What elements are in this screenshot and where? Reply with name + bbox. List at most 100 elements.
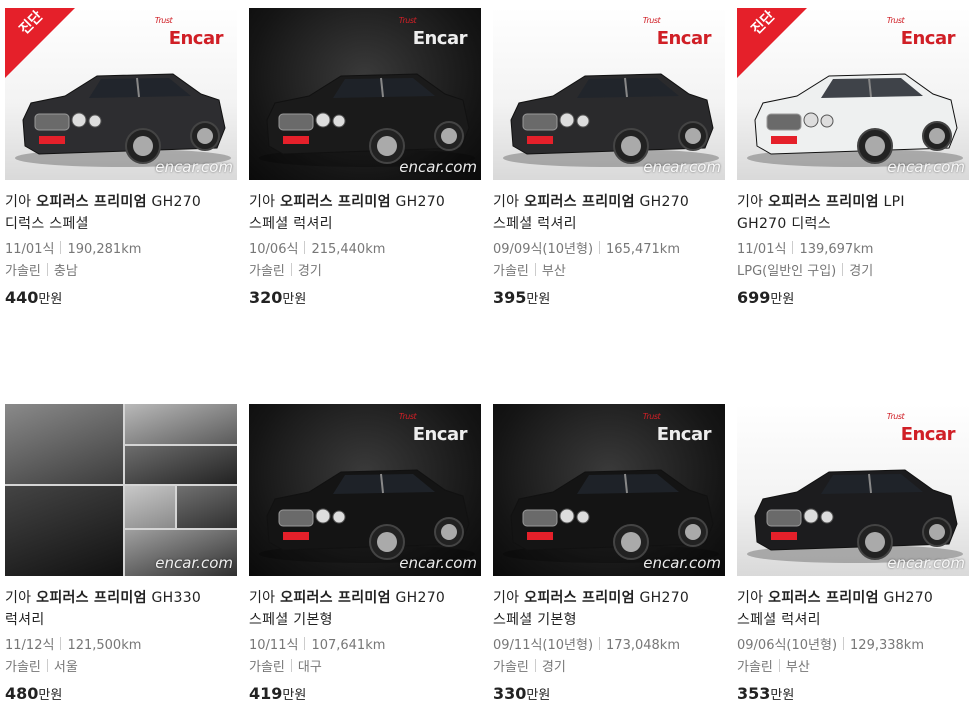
listing-title[interactable]: 기아 오피러스 프리미엄 GH330 럭셔리 xyxy=(5,587,237,631)
region: 경기 xyxy=(297,264,322,279)
divider xyxy=(304,637,306,650)
model-name: 오피러스 프리미엄 xyxy=(36,590,147,606)
mileage: 173,048km xyxy=(606,638,680,653)
model-year: 11/01식 xyxy=(5,242,55,257)
trim-name: GH270 xyxy=(639,194,690,210)
trim-detail: 디럭스 스페셜 xyxy=(5,216,89,232)
fuel-region: 가솔린 경기 xyxy=(493,657,725,679)
model-name: 오피러스 프리미엄 xyxy=(768,590,879,606)
listing-title[interactable]: 기아 오피러스 프리미엄 GH270 스페셜 기본형 xyxy=(249,587,481,631)
mileage: 129,338km xyxy=(850,638,924,653)
price-value: 419 xyxy=(249,684,283,703)
brand-name: 기아 xyxy=(493,194,520,210)
year-mileage: 09/06식(10년형) 129,338km xyxy=(737,635,969,657)
price: 395만원 xyxy=(493,288,725,307)
car-photo[interactable]: encar.com xyxy=(5,404,237,576)
watermark: encar.com xyxy=(643,158,721,176)
price: 419만원 xyxy=(249,684,481,703)
car-photo[interactable]: Trust Encar encar.com xyxy=(249,8,481,180)
trim-detail: GH270 디럭스 xyxy=(737,216,831,232)
price-value: 353 xyxy=(737,684,771,703)
region: 경기 xyxy=(541,660,566,675)
car-photo[interactable]: 진단 Trust Encar encar.com xyxy=(5,8,237,180)
trim-name: LPI xyxy=(883,194,905,210)
encar-logo: Trust Encar xyxy=(642,412,712,445)
trim-detail: 스페셜 럭셔리 xyxy=(737,612,821,628)
watermark: encar.com xyxy=(399,158,477,176)
mileage: 107,641km xyxy=(311,638,386,653)
listing-card[interactable]: encar.com 기아 오피러스 프리미엄 GH330 럭셔리 11/12식 1… xyxy=(5,404,237,703)
fuel-region: 가솔린 부산 xyxy=(737,657,969,679)
trim-detail: 스페셜 럭셔리 xyxy=(493,216,577,232)
listing-title[interactable]: 기아 오피러스 프리미엄 GH270 스페셜 기본형 xyxy=(493,587,725,631)
car-photo[interactable]: Trust Encar encar.com xyxy=(493,8,725,180)
price: 330만원 xyxy=(493,684,725,703)
divider xyxy=(290,263,292,276)
mileage: 190,281km xyxy=(67,242,142,257)
trim-name: GH270 xyxy=(151,194,202,210)
listing-title[interactable]: 기아 오피러스 프리미엄 LPI GH270 디럭스 xyxy=(737,191,969,235)
price-unit: 만원 xyxy=(282,688,307,703)
listing-card[interactable]: Trust Encar encar.com 기아 오피러스 프리미엄 GH270 … xyxy=(493,8,725,307)
price-unit: 만원 xyxy=(526,292,551,307)
model-name: 오피러스 프리미엄 xyxy=(36,194,147,210)
listing-card[interactable]: Trust Encar encar.com 기아 오피러스 프리미엄 GH270 … xyxy=(249,404,481,703)
encar-logo: Trust Encar xyxy=(398,412,468,445)
brand-name: 기아 xyxy=(737,590,764,606)
listing-card[interactable]: 진단 Trust Encar encar.com 기아 오피러스 프리미엄 GH2… xyxy=(5,8,237,307)
photo-collage xyxy=(5,404,237,576)
brand-name: 기아 xyxy=(5,590,32,606)
price-unit: 만원 xyxy=(38,292,63,307)
watermark: encar.com xyxy=(399,554,477,572)
price-unit: 만원 xyxy=(770,688,795,703)
listing-title[interactable]: 기아 오피러스 프리미엄 GH270 스페셜 럭셔리 xyxy=(737,587,969,631)
listing-title[interactable]: 기아 오피러스 프리미엄 GH270 스페셜 럭셔리 xyxy=(249,191,481,235)
trim-name: GH330 xyxy=(151,590,202,606)
brand-name: 기아 xyxy=(249,194,276,210)
mileage: 165,471km xyxy=(606,242,680,257)
model-year: 10/11식 xyxy=(249,638,299,653)
divider xyxy=(46,659,48,672)
trim-name: GH270 xyxy=(395,590,446,606)
year-mileage: 11/01식 139,697km xyxy=(737,239,969,261)
fuel-region: 가솔린 대구 xyxy=(249,657,481,679)
trim-detail: 럭셔리 xyxy=(5,612,45,628)
trim-detail: 스페셜 기본형 xyxy=(249,612,333,628)
fuel-type: 가솔린 xyxy=(493,660,529,675)
price-value: 320 xyxy=(249,288,283,307)
listing-title[interactable]: 기아 오피러스 프리미엄 GH270 스페셜 럭셔리 xyxy=(493,191,725,235)
price-value: 480 xyxy=(5,684,39,703)
model-name: 오피러스 프리미엄 xyxy=(768,194,879,210)
fuel-type: 가솔린 xyxy=(249,264,285,279)
listing-card[interactable]: Trust Encar encar.com 기아 오피러스 프리미엄 GH270 … xyxy=(737,404,969,703)
car-photo[interactable]: Trust Encar encar.com xyxy=(737,404,969,576)
fuel-region: 가솔린 서울 xyxy=(5,657,237,679)
model-year: 11/01식 xyxy=(737,242,787,257)
watermark: encar.com xyxy=(887,158,965,176)
divider xyxy=(534,263,536,276)
divider xyxy=(843,637,845,650)
trim-detail: 스페셜 럭셔리 xyxy=(249,216,333,232)
year-mileage: 11/12식 121,500km xyxy=(5,635,237,657)
divider xyxy=(534,659,536,672)
car-photo[interactable]: Trust Encar encar.com xyxy=(493,404,725,576)
brand-name: 기아 xyxy=(249,590,276,606)
price-value: 395 xyxy=(493,288,527,307)
car-photo[interactable]: Trust Encar encar.com xyxy=(249,404,481,576)
watermark: encar.com xyxy=(155,158,233,176)
divider xyxy=(290,659,292,672)
encar-logo: Trust Encar xyxy=(642,16,712,49)
listing-title[interactable]: 기아 오피러스 프리미엄 GH270 디럭스 스페셜 xyxy=(5,191,237,235)
car-photo[interactable]: 진단 Trust Encar encar.com xyxy=(737,8,969,180)
listing-card[interactable]: Trust Encar encar.com 기아 오피러스 프리미엄 GH270 … xyxy=(493,404,725,703)
year-mileage: 09/09식(10년형) 165,471km xyxy=(493,239,725,261)
trim-name: GH270 xyxy=(395,194,446,210)
region: 경기 xyxy=(849,264,874,279)
region: 충남 xyxy=(53,264,78,279)
listing-card[interactable]: 진단 Trust Encar encar.com 기아 오피러스 프리미엄 LPI… xyxy=(737,8,969,307)
trim-name: GH270 xyxy=(883,590,934,606)
price-unit: 만원 xyxy=(282,292,307,307)
trim-detail: 스페셜 기본형 xyxy=(493,612,577,628)
listing-card[interactable]: Trust Encar encar.com 기아 오피러스 프리미엄 GH270 … xyxy=(249,8,481,307)
diagnosis-badge: 진단 xyxy=(5,8,75,78)
